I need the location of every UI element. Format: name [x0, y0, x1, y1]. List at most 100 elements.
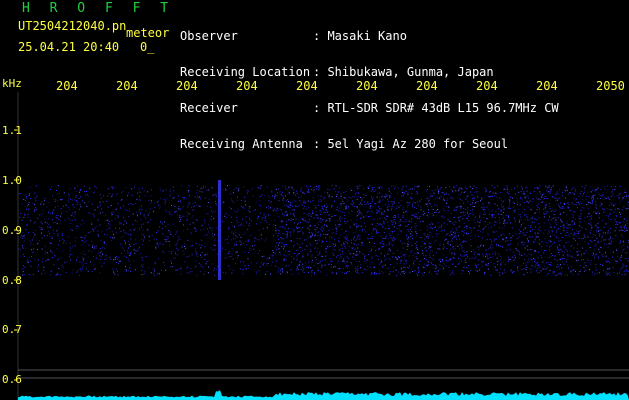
noise-pixel	[303, 272, 305, 274]
noise-pixel	[529, 236, 531, 238]
noise-pixel	[494, 217, 496, 218]
noise-pixel	[415, 256, 417, 258]
noise-pixel	[354, 231, 356, 233]
noise-pixel	[560, 249, 562, 251]
noise-pixel	[97, 235, 99, 237]
noise-pixel	[161, 222, 163, 224]
noise-pixel	[248, 210, 249, 211]
noise-pixel	[442, 248, 444, 250]
noise-pixel	[51, 237, 53, 239]
noise-pixel	[383, 245, 385, 247]
noise-pixel	[614, 230, 616, 232]
noise-pixel	[416, 217, 418, 219]
noise-pixel	[195, 266, 197, 268]
noise-pixel	[477, 264, 479, 266]
noise-pixel	[49, 226, 51, 228]
noise-pixel	[91, 240, 93, 242]
noise-pixel	[113, 271, 115, 273]
noise-pixel	[397, 214, 399, 216]
noise-pixel	[34, 197, 36, 199]
noise-pixel	[369, 263, 371, 265]
noise-pixel	[70, 246, 72, 248]
noise-pixel	[84, 194, 86, 196]
noise-pixel	[324, 256, 326, 258]
noise-pixel	[450, 259, 452, 261]
noise-pixel	[198, 262, 200, 264]
noise-pixel	[282, 197, 284, 199]
noise-pixel	[319, 252, 321, 254]
noise-pixel	[537, 251, 539, 253]
noise-pixel	[557, 264, 559, 265]
noise-pixel	[411, 193, 413, 195]
noise-pixel	[178, 206, 180, 208]
noise-pixel	[50, 271, 52, 273]
noise-pixel	[556, 199, 558, 201]
noise-pixel	[554, 234, 556, 236]
noise-pixel	[121, 246, 123, 248]
noise-pixel	[414, 216, 416, 218]
noise-pixel	[242, 269, 244, 270]
noise-pixel	[320, 233, 322, 235]
noise-pixel	[465, 225, 467, 227]
noise-pixel	[63, 242, 64, 244]
noise-pixel	[462, 231, 464, 233]
noise-pixel	[414, 213, 416, 215]
noise-pixel	[44, 272, 46, 274]
noise-pixel	[512, 256, 514, 258]
noise-pixel	[345, 265, 347, 267]
noise-pixel	[329, 241, 331, 243]
noise-pixel	[387, 250, 389, 252]
noise-pixel	[505, 222, 507, 224]
noise-pixel	[381, 261, 383, 263]
noise-pixel	[543, 212, 545, 214]
noise-pixel	[170, 252, 172, 254]
noise-pixel	[256, 262, 258, 264]
noise-pixel	[166, 239, 168, 240]
noise-pixel	[610, 196, 612, 197]
noise-pixel	[315, 234, 316, 236]
noise-pixel	[499, 244, 501, 246]
noise-pixel	[527, 219, 529, 221]
noise-pixel	[346, 267, 348, 269]
noise-pixel	[319, 210, 321, 212]
noise-pixel	[450, 244, 451, 246]
noise-pixel	[408, 224, 410, 226]
noise-pixel	[246, 190, 248, 192]
noise-pixel	[52, 229, 54, 231]
noise-pixel	[24, 214, 26, 216]
noise-pixel	[408, 241, 409, 243]
noise-pixel	[581, 247, 583, 249]
noise-pixel	[506, 191, 508, 193]
noise-pixel	[225, 248, 227, 250]
noise-pixel	[489, 222, 491, 224]
noise-pixel	[451, 234, 453, 236]
noise-pixel	[417, 212, 419, 213]
noise-pixel	[410, 251, 412, 253]
noise-pixel	[556, 229, 558, 231]
noise-pixel	[525, 187, 527, 189]
noise-pixel	[618, 208, 620, 210]
noise-pixel	[589, 219, 591, 221]
noise-pixel	[140, 205, 142, 207]
noise-pixel	[443, 263, 445, 265]
noise-pixel	[263, 262, 265, 264]
noise-pixel	[175, 253, 176, 255]
noise-pixel	[324, 259, 326, 261]
noise-pixel	[591, 254, 593, 256]
noise-pixel	[191, 254, 193, 256]
noise-pixel	[415, 235, 417, 237]
noise-pixel	[140, 252, 141, 254]
noise-pixel	[81, 269, 83, 271]
noise-pixel	[384, 204, 386, 206]
noise-pixel	[214, 210, 216, 212]
noise-pixel	[546, 190, 548, 192]
noise-pixel	[334, 266, 336, 268]
noise-pixel	[247, 264, 249, 266]
noise-pixel	[72, 212, 74, 214]
noise-pixel	[421, 272, 423, 274]
noise-pixel	[288, 186, 290, 188]
noise-pixel	[275, 210, 277, 212]
noise-pixel	[302, 255, 304, 257]
noise-pixel	[258, 229, 260, 231]
noise-pixel	[199, 229, 201, 231]
